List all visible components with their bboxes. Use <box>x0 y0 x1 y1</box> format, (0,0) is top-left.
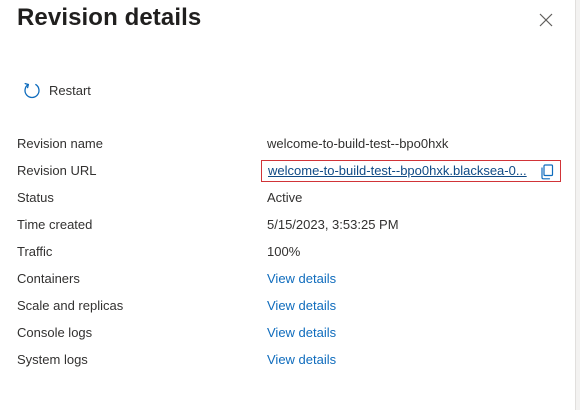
containers-label: Containers <box>17 271 80 286</box>
restart-label: Restart <box>49 82 91 98</box>
scale-and-replicas-view-details-link[interactable]: View details <box>267 296 336 316</box>
revision-url-label: Revision URL <box>17 163 97 178</box>
status-value: Active <box>267 190 303 205</box>
revision-details-panel: Revision details Restart Revision name w… <box>0 0 576 410</box>
revision-name-label: Revision name <box>17 136 103 151</box>
containers-view-details-link[interactable]: View details <box>267 269 336 289</box>
detail-row-revision-url: Revision URL welcome-to-build-test--bpo0… <box>17 160 577 182</box>
copy-icon <box>540 164 554 180</box>
command-bar: Restart <box>17 78 99 102</box>
detail-row-revision-name: Revision name welcome-to-build-test--bpo… <box>17 134 577 154</box>
scale-and-replicas-label: Scale and replicas <box>17 298 124 313</box>
traffic-value: 100% <box>267 244 301 259</box>
revision-url-highlight: welcome-to-build-test--bpo0hxk.blacksea-… <box>261 160 561 182</box>
revision-name-value: welcome-to-build-test--bpo0hxk <box>267 136 449 151</box>
detail-row-status: Status Active <box>17 188 577 208</box>
detail-row-scale-and-replicas: Scale and replicas View details <box>17 296 577 316</box>
revision-url-link[interactable]: welcome-to-build-test--bpo0hxk.blacksea-… <box>268 161 530 181</box>
close-icon <box>539 13 553 27</box>
detail-row-console-logs: Console logs View details <box>17 323 577 343</box>
restart-icon <box>23 81 41 99</box>
detail-row-traffic: Traffic 100% <box>17 242 577 262</box>
panel-title: Revision details <box>17 4 202 31</box>
detail-row-time-created: Time created 5/15/2023, 3:53:25 PM <box>17 215 577 235</box>
close-button[interactable] <box>534 8 558 32</box>
time-created-value: 5/15/2023, 3:53:25 PM <box>267 217 399 232</box>
copy-url-button[interactable] <box>538 163 556 181</box>
system-logs-view-details-link[interactable]: View details <box>267 350 336 370</box>
detail-row-containers: Containers View details <box>17 269 577 289</box>
time-created-label: Time created <box>17 217 93 232</box>
status-label: Status <box>17 190 54 205</box>
console-logs-view-details-link[interactable]: View details <box>267 323 336 343</box>
restart-button[interactable]: Restart <box>23 78 99 102</box>
detail-row-system-logs: System logs View details <box>17 350 577 370</box>
console-logs-label: Console logs <box>17 325 93 340</box>
traffic-label: Traffic <box>17 244 53 259</box>
panel-scroll-edge <box>575 0 580 410</box>
system-logs-label: System logs <box>17 352 88 367</box>
